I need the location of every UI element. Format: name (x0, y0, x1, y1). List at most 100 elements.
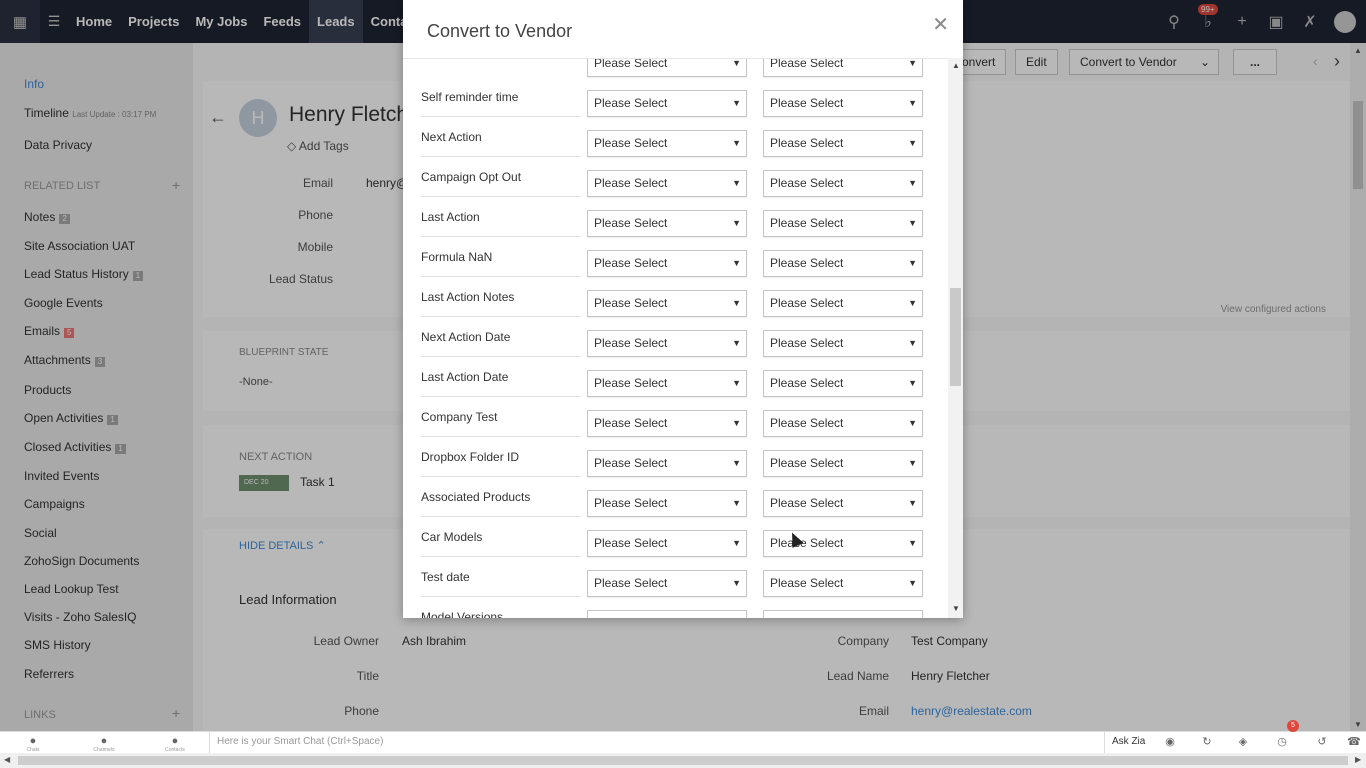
field-label: Dropbox Folder ID (421, 450, 520, 464)
target-field-select[interactable]: Please Select ▼ (763, 290, 923, 317)
field-mapping-list: Please Select ▼ Please Select ▼ Self remin… (403, 58, 963, 618)
close-icon[interactable]: ✕ (932, 12, 949, 37)
source-field-select[interactable]: Please Select ▼ (587, 530, 747, 557)
contacts-icon[interactable]: ● Contacts (161, 735, 189, 753)
select-text: Please Select (770, 58, 844, 70)
dropdown-caret-icon: ▼ (732, 98, 741, 108)
dropdown-caret-icon: ▼ (732, 218, 741, 228)
source-field-select[interactable]: Please Select ▼ (587, 130, 747, 157)
mapping-row: Car Models Please Select ▼ Please Select ▼ (403, 517, 948, 557)
scroll-up-icon[interactable]: ▲ (952, 61, 960, 70)
select-text: Please Select (594, 616, 667, 618)
scroll-left-icon[interactable]: ◀ (4, 755, 10, 764)
dialog-scrollbar[interactable]: ▲ ▼ (948, 58, 963, 618)
source-field-select[interactable]: Please Select ▼ (587, 90, 747, 117)
dropdown-caret-icon: ▼ (732, 538, 741, 548)
alarm-badge: 5 (1287, 720, 1299, 732)
target-field-select[interactable]: Please Select ▼ (763, 570, 923, 597)
dropdown-caret-icon: ▼ (908, 138, 917, 148)
gamepad-icon[interactable]: ◉ (1156, 735, 1184, 748)
select-text: Please Select (770, 336, 844, 350)
select-text: Please Select (594, 336, 668, 350)
dropdown-caret-icon: ▼ (908, 218, 917, 228)
smart-chat-input[interactable]: Here is your Smart Chat (Ctrl+Space) (209, 732, 1089, 754)
dropdown-caret-icon: ▼ (732, 138, 741, 148)
dropdown-caret-icon: ▼ (732, 298, 741, 308)
sync-icon[interactable]: ↻ (1193, 735, 1221, 748)
dialog-scroll-thumb[interactable] (950, 288, 961, 386)
ask-zia-button[interactable]: Ask Zia (1104, 732, 1152, 754)
select-text: Please Select (770, 96, 844, 110)
smart-chat-bar: ● Chats ● Channels ● Contacts Here is your … (0, 720, 1366, 754)
select-text: Please Select (770, 456, 844, 470)
source-field-select[interactable]: Please Select ▼ (587, 210, 747, 237)
dropdown-caret-icon: ▼ (732, 498, 741, 508)
mapping-row: Associated Products Please Select ▼ Pleas… (403, 477, 948, 517)
scroll-down-icon[interactable]: ▼ (952, 604, 960, 613)
chats-icon[interactable]: ● Chats (19, 735, 47, 753)
history-icon[interactable]: ↺ (1308, 735, 1336, 748)
target-field-select[interactable]: Please Select ▼ (763, 330, 923, 357)
target-field-select[interactable]: Please Select ▼ (763, 210, 923, 237)
source-field-select[interactable]: Please Select ▼ (587, 370, 747, 397)
source-field-select[interactable]: Please Select ▼ (587, 58, 747, 77)
source-field-select[interactable]: Please Select ▼ (587, 290, 747, 317)
target-field-select[interactable]: Please Select ▼ (763, 90, 923, 117)
alarm-clock-icon[interactable]: ◷ (1268, 735, 1296, 748)
select-text: Please Select (770, 256, 844, 270)
dropdown-caret-icon: ▼ (732, 178, 741, 188)
field-label: Company Test (421, 410, 498, 424)
source-field-select[interactable]: Please Select ▼ (587, 610, 747, 618)
dropdown-caret-icon: ▼ (908, 458, 917, 468)
select-text: Please Select (770, 136, 844, 150)
select-text: Please Select (770, 496, 844, 510)
dropdown-caret-icon: ▼ (732, 611, 741, 618)
source-field-select[interactable]: Please Select ▼ (587, 450, 747, 477)
field-label: Test date (421, 570, 470, 584)
target-field-select[interactable]: Please Select ▼ (763, 370, 923, 397)
source-field-select[interactable]: Please Select ▼ (587, 170, 747, 197)
target-field-select[interactable]: Please Select ▼ (763, 250, 923, 277)
dropdown-caret-icon: ▼ (908, 611, 917, 618)
target-field-select[interactable]: Please Select ▼ (763, 58, 923, 77)
select-text: Please Select (770, 536, 844, 550)
field-label: Campaign Opt Out (421, 170, 522, 184)
dropdown-caret-icon: ▼ (732, 58, 741, 68)
zia-icon[interactable]: ◈ (1229, 735, 1257, 748)
field-label: Associated Products (421, 490, 531, 504)
mapping-row: Last Action Please Select ▼ Please Select… (403, 197, 948, 237)
select-text: Please Select (594, 576, 668, 590)
dropdown-caret-icon: ▼ (908, 58, 917, 68)
horizontal-scroll-thumb[interactable] (18, 756, 1348, 765)
mapping-row: Please Select ▼ Please Select ▼ (403, 58, 948, 77)
field-label: Next Action Date (421, 330, 511, 344)
field-label: Self reminder time (421, 90, 519, 104)
source-field-select[interactable]: Please Select ▼ (587, 330, 747, 357)
field-label: Car Models (421, 530, 483, 544)
source-field-select[interactable]: Please Select ▼ (587, 570, 747, 597)
field-label: Last Action (421, 210, 480, 224)
channels-icon[interactable]: ● Channels (90, 735, 118, 753)
target-field-select[interactable]: Please Select ▼ (763, 610, 923, 618)
select-text: Please Select (594, 256, 668, 270)
source-field-select[interactable]: Please Select ▼ (587, 250, 747, 277)
target-field-select[interactable]: Please Select ▼ (763, 410, 923, 437)
dropdown-caret-icon: ▼ (732, 418, 741, 428)
phone-icon[interactable]: ☎ (1340, 735, 1366, 748)
dropdown-caret-icon: ▼ (908, 578, 917, 588)
mapping-row: Next Action Please Select ▼ Please Select… (403, 117, 948, 157)
source-field-select[interactable]: Please Select ▼ (587, 410, 747, 437)
horizontal-scrollbar[interactable]: ◀ ▶ (0, 753, 1366, 768)
field-label: Model Versions (421, 610, 504, 618)
dropdown-caret-icon: ▼ (908, 418, 917, 428)
target-field-select[interactable]: Please Select ▼ (763, 490, 923, 517)
target-field-select[interactable]: Please Select ▼ (763, 130, 923, 157)
source-field-select[interactable]: Please Select ▼ (587, 490, 747, 517)
target-field-select[interactable]: Please Select ▼ (763, 450, 923, 477)
dropdown-caret-icon: ▼ (732, 378, 741, 388)
select-text: Please Select (770, 376, 844, 390)
target-field-select[interactable]: Please Select ▼ (763, 170, 923, 197)
mapping-row: Model Versions Please Select ▼ Please Sel… (403, 597, 948, 618)
scroll-right-icon[interactable]: ▶ (1355, 755, 1361, 764)
mapping-row: Campaign Opt Out Please Select ▼ Please S… (403, 157, 948, 197)
